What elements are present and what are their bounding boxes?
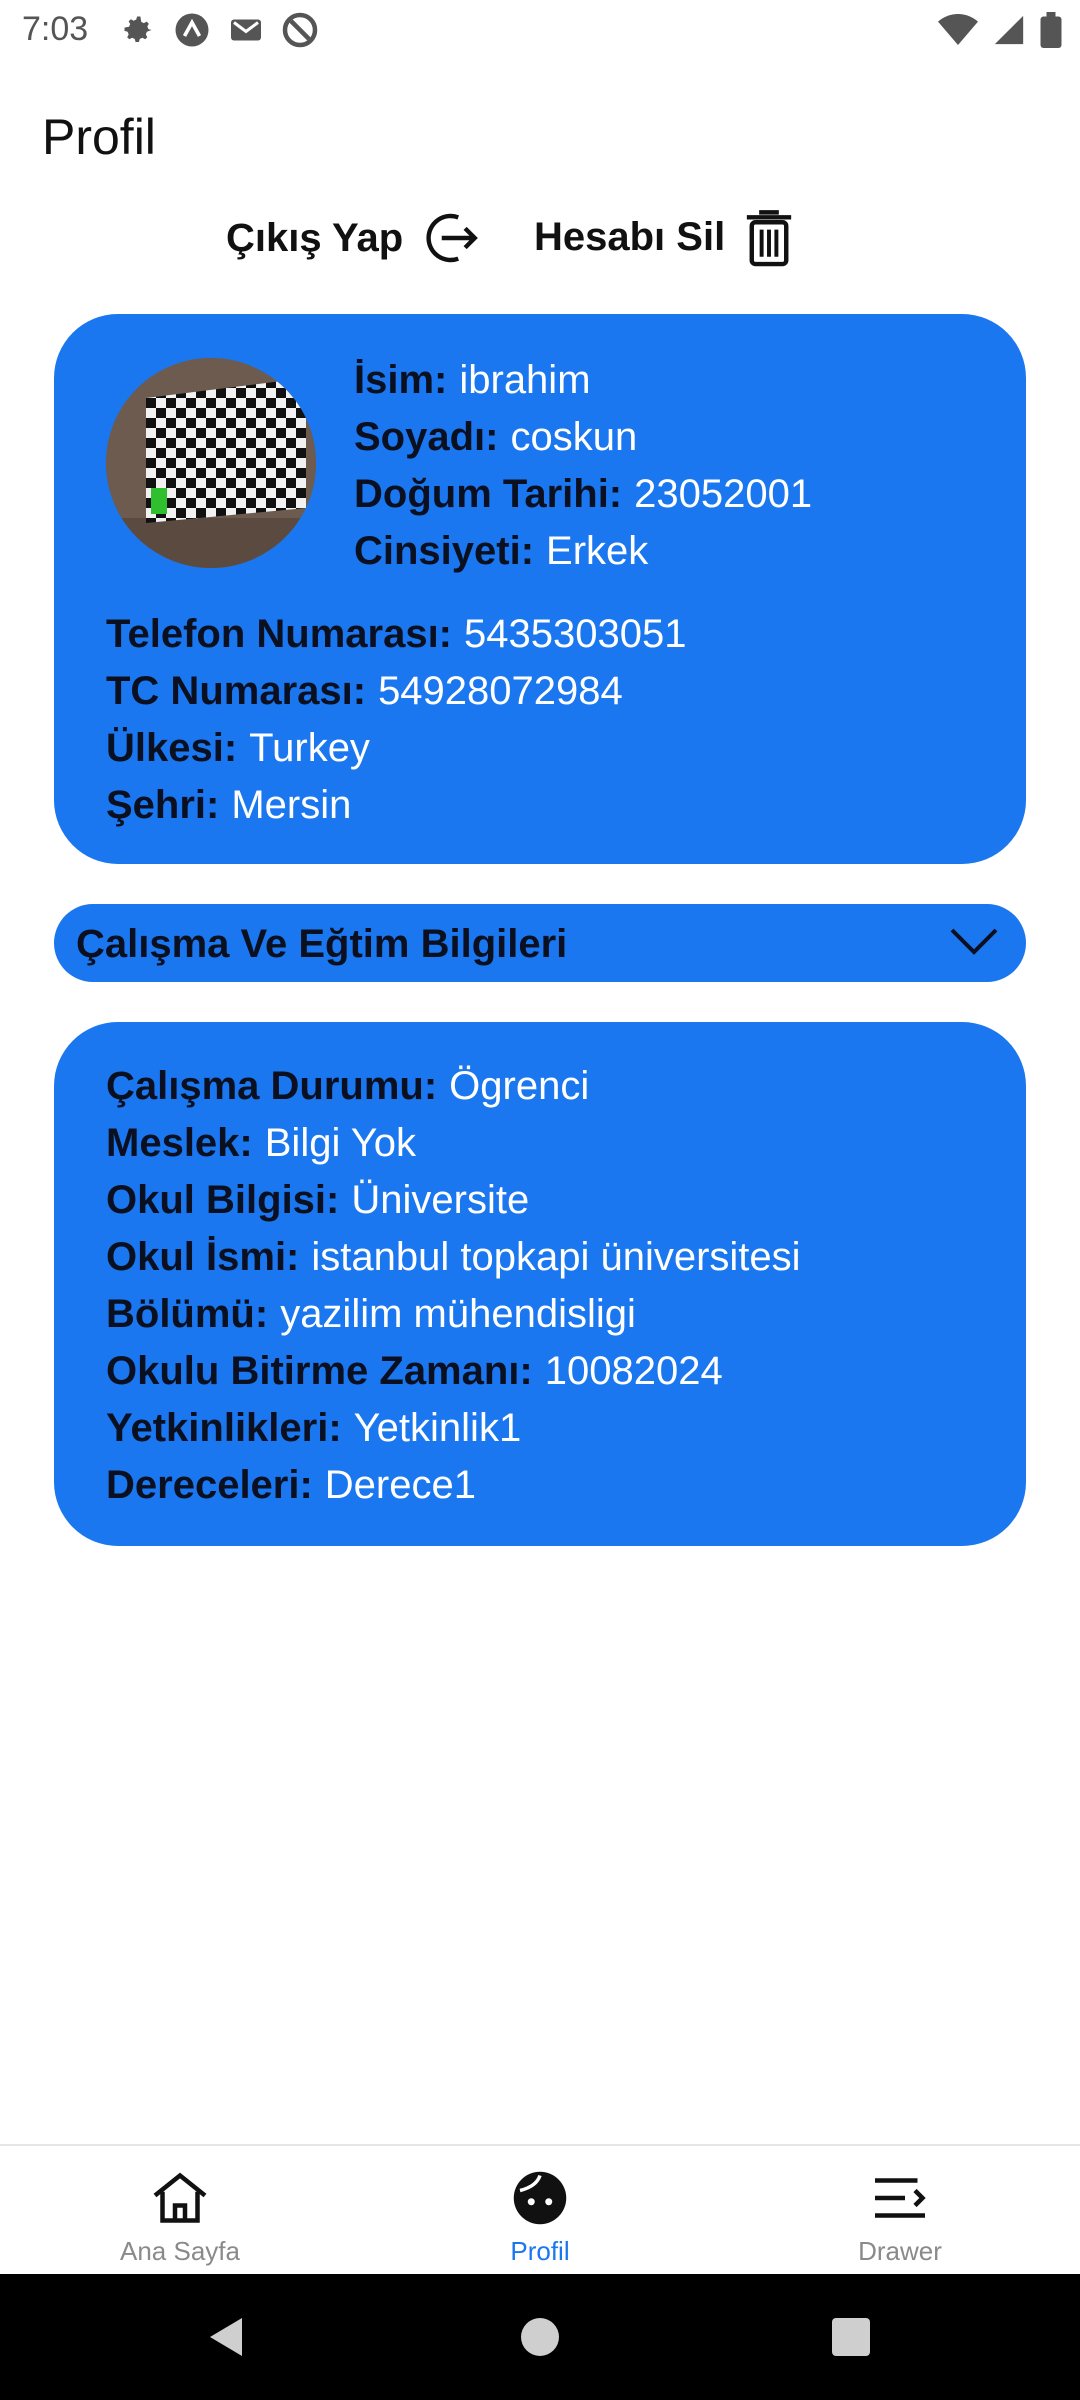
logout-label: Çıkış Yap	[226, 215, 404, 260]
gear-icon	[120, 12, 156, 48]
field-city: Şehri: Mersin	[106, 783, 352, 827]
trash-icon	[747, 210, 792, 267]
accordion-title: Çalışma Ve Eğtim Bilgileri	[76, 922, 568, 966]
nav-item-profile[interactable]: Profil	[420, 2156, 660, 2276]
recents-icon[interactable]	[826, 2312, 876, 2362]
field-school-name: Okul İsmi: istanbul topkapi üniversitesi	[106, 1235, 801, 1279]
system-nav-bar	[0, 2274, 1080, 2400]
battery-icon	[1040, 12, 1062, 53]
home-button-icon[interactable]	[515, 2312, 565, 2362]
field-skills: Yetkinlikleri: Yetkinlik1	[106, 1406, 522, 1450]
back-icon[interactable]	[202, 2312, 252, 2362]
logout-button[interactable]: Çıkış Yap	[226, 205, 483, 271]
status-bar: 7:03	[0, 0, 1080, 62]
field-birthdate: Doğum Tarihi: 23052001	[354, 472, 813, 516]
field-country: Ülkesi: Turkey	[106, 726, 370, 770]
nav-label-drawer: Drawer	[858, 2236, 942, 2266]
avatar-image	[106, 358, 316, 568]
field-profession: Meslek: Bilgi Yok	[106, 1121, 416, 1165]
field-degrees: Dereceleri: Derece1	[106, 1463, 476, 1507]
field-work-status: Çalışma Durumu: Ögrenci	[106, 1064, 590, 1108]
logout-icon	[426, 213, 479, 263]
profile-card: İsim: ibrahim Soyadı: coskun Doğum Tarihi:…	[54, 314, 1026, 864]
field-name: İsim: ibrahim	[354, 358, 591, 402]
field-tc: TC Numarası: 54928072984	[106, 669, 623, 713]
actions-bar: Çıkış Yap Hesabı Sil	[0, 205, 1080, 285]
delete-account-button[interactable]: Hesabı Sil	[534, 205, 799, 269]
nodisturb-icon	[282, 12, 318, 48]
page-title: Profil	[42, 109, 156, 165]
status-icons-right	[938, 12, 1062, 53]
status-icons-left	[120, 12, 318, 48]
profile-face-icon	[513, 2171, 567, 2225]
work-education-card: Çalışma Durumu: Ögrenci Meslek: Bilgi Yok …	[54, 1022, 1026, 1546]
field-department: Bölümü: yazilim mühendisligi	[106, 1292, 636, 1336]
gmail-icon	[228, 12, 264, 48]
nav-label-home: Ana Sayfa	[120, 2236, 240, 2266]
work-education-accordion[interactable]: Çalışma Ve Eğtim Bilgileri	[54, 904, 1026, 982]
drawer-icon	[875, 2178, 926, 2218]
field-graduation-date: Okulu Bitirme Zamanı: 10082024	[106, 1349, 723, 1393]
field-school-info: Okul Bilgisi: Üniversite	[106, 1178, 530, 1222]
status-time: 7:03	[22, 10, 89, 48]
field-surname: Soyadı: coskun	[354, 415, 638, 459]
wifi-icon	[938, 13, 978, 52]
field-gender: Cinsiyeti: Erkek	[354, 529, 649, 573]
nav-item-drawer[interactable]: Drawer	[780, 2156, 1020, 2276]
field-phone: Telefon Numarası: 5435303051	[106, 612, 687, 656]
delete-account-label: Hesabı Sil	[534, 214, 726, 259]
home-icon	[153, 2172, 207, 2223]
nav-label-profile: Profil	[510, 2236, 570, 2266]
bottom-nav: Ana Sayfa Profil Drawer	[0, 2144, 1080, 2276]
signal-icon	[992, 13, 1026, 52]
app-icon	[174, 12, 210, 48]
chevron-down-icon	[950, 928, 998, 955]
nav-item-home[interactable]: Ana Sayfa	[60, 2156, 300, 2276]
avatar	[106, 358, 316, 568]
